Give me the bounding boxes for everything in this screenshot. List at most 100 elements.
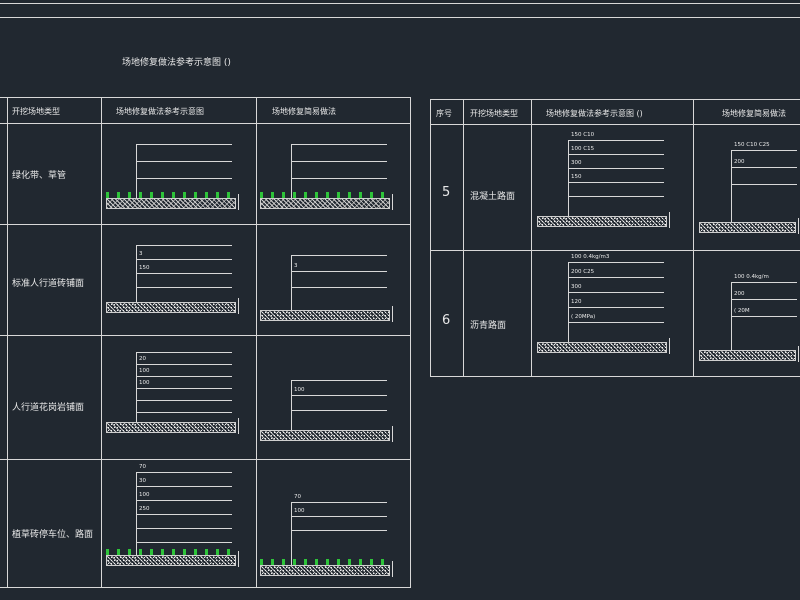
lt-r2-diagram-leader-3 <box>136 287 232 288</box>
lt-r4-diagram-grass <box>106 549 234 555</box>
lt-r3-diagram-layer-label: 100 <box>139 380 150 386</box>
lt-r2-simple-layer-label: 3 <box>294 263 298 269</box>
lt-r3-simple-ground-section <box>260 430 390 441</box>
rt-r1-diagram-ground-section <box>537 216 667 227</box>
lt-r1-simple-leader-stem <box>291 144 292 198</box>
lt-row-label-3: 人行道花岗岩铺面 <box>12 403 85 413</box>
rt-r1-simple-layer-label: 200 <box>734 159 745 165</box>
rt-r2-diagram-end-mark <box>669 338 670 354</box>
lt-r4-diagram-leader-5 <box>136 542 232 543</box>
lt-r3-diagram-end-mark <box>238 418 239 434</box>
rt-row-number-2: 6 <box>442 313 451 328</box>
lt-r4-diagram-layer-label: 70 <box>139 464 146 470</box>
lt-r2-simple-leader-0 <box>291 255 387 256</box>
lt-r1-simple-leader-2 <box>291 178 387 179</box>
rt-r1-simple-leader-2 <box>731 184 797 185</box>
lt-r3-simple-leader-stem <box>291 380 292 430</box>
lt-r2-diagram-ground-section <box>106 302 236 313</box>
rt-line-top <box>430 99 800 100</box>
rt-r1-simple-leader-0 <box>731 150 797 151</box>
frame-top-line-2 <box>0 17 800 18</box>
lt-r3-diagram-ground-section <box>106 422 236 433</box>
lt-r2-simple-leader-2 <box>291 287 387 288</box>
rt-r1-diagram-leader-4 <box>568 196 664 197</box>
lt-header-type: 开挖场地类型 <box>12 107 60 116</box>
lt-r2-diagram-layer-label: 150 <box>139 265 150 271</box>
lt-r3-simple-leader-0 <box>291 380 387 381</box>
lt-r1-diagram-leader-stem <box>136 144 137 198</box>
lt-r4-diagram-layer-label: 250 <box>139 506 150 512</box>
rt-r1-simple-ground-section <box>699 222 796 233</box>
lt-r4-diagram-leader-1 <box>136 486 232 487</box>
lt-r3-diagram-leader-1 <box>136 364 232 365</box>
rt-col2 <box>531 99 532 376</box>
lt-r1-simple-ground-section <box>260 198 390 209</box>
lt-line-head <box>0 123 411 124</box>
lt-r3-diagram-layer-label: 100 <box>139 368 150 374</box>
lt-r4-simple-layer-label: 70 <box>294 494 301 500</box>
lt-line-r1 <box>0 224 411 225</box>
lt-r2-simple-leader-stem <box>291 255 292 310</box>
lt-r2-simple-end-mark <box>392 306 393 322</box>
lt-line-bottom <box>0 587 411 588</box>
lt-r1-simple-grass <box>260 192 388 198</box>
rt-line-head <box>430 124 800 125</box>
lt-col4 <box>410 97 411 587</box>
rt-r2-diagram-layer-label: 200 C25 <box>571 269 595 275</box>
lt-r4-diagram-leader-0 <box>136 472 232 473</box>
rt-r2-simple-leader-0 <box>731 282 797 283</box>
lt-r1-diagram-ground-section <box>106 198 236 209</box>
lt-r4-simple-end-mark <box>392 561 393 577</box>
rt-header-diagram: 场地修复做法参考示意图 () <box>546 109 643 118</box>
lt-row-label-4: 植草砖停车位、路面 <box>12 530 94 540</box>
lt-r3-diagram-layer-label: 20 <box>139 356 146 362</box>
lt-r4-simple-leader-2 <box>291 530 387 531</box>
rt-r1-diagram-leader-0 <box>568 140 664 141</box>
lt-r3-diagram-leader-2 <box>136 376 232 377</box>
rt-row-label-2: 沥青路面 <box>470 321 507 331</box>
lt-r2-diagram-leader-1 <box>136 259 232 260</box>
rt-r1-diagram-layer-label: 150 C10 <box>571 132 595 138</box>
lt-r1-diagram-leader-0 <box>136 144 232 145</box>
rt-r2-simple-layer-label: ( 20M <box>734 308 750 314</box>
lt-r3-diagram-leader-0 <box>136 352 232 353</box>
lt-r4-simple-ground-section <box>260 565 390 576</box>
rt-row-number-1: 5 <box>442 185 451 200</box>
lt-r4-simple-leader-1 <box>291 516 387 517</box>
rt-r2-simple-layer-label: 200 <box>734 291 745 297</box>
lt-r3-simple-end-mark <box>392 426 393 442</box>
page-title: 场地修复做法参考示意图 () <box>122 58 231 68</box>
rt-r2-diagram-leader-0 <box>568 262 664 263</box>
lt-r1-simple-end-mark <box>392 194 393 210</box>
lt-r4-diagram-end-mark <box>238 551 239 567</box>
lt-r1-diagram-leader-1 <box>136 161 232 162</box>
lt-r3-simple-leader-2 <box>291 410 387 411</box>
rt-r1-simple-end-mark <box>798 218 799 234</box>
rt-r1-simple-leader-1 <box>731 167 797 168</box>
rt-r1-diagram-leader-1 <box>568 154 664 155</box>
rt-r2-diagram-leader-stem <box>568 262 569 342</box>
rt-row-label-1: 混凝土路面 <box>470 192 516 202</box>
lt-line-r2 <box>0 335 411 336</box>
rt-r1-simple-layer-label: 150 C10 C25 <box>734 142 770 148</box>
rt-r1-diagram-layer-label: 100 C15 <box>571 146 595 152</box>
rt-r1-diagram-layer-label: 300 <box>571 160 582 166</box>
lt-r3-simple-leader-1 <box>291 395 387 396</box>
lt-line-top <box>0 97 411 98</box>
rt-r2-simple-leader-1 <box>731 299 797 300</box>
lt-r4-diagram-layer-label: 100 <box>139 492 150 498</box>
rt-r2-diagram-leader-2 <box>568 292 664 293</box>
lt-r1-diagram-leader-2 <box>136 178 232 179</box>
rt-r2-diagram-layer-label: 300 <box>571 284 582 290</box>
rt-r2-diagram-leader-4 <box>568 322 664 323</box>
rt-r2-diagram-leader-3 <box>568 307 664 308</box>
lt-row-label-2: 标准人行道砖铺面 <box>12 279 85 289</box>
frame-top-line <box>0 3 800 4</box>
lt-col1 <box>7 97 8 587</box>
lt-r4-diagram-leader-3 <box>136 514 232 515</box>
lt-r1-simple-leader-0 <box>291 144 387 145</box>
lt-r2-diagram-leader-0 <box>136 245 232 246</box>
lt-r1-diagram-grass <box>106 192 234 198</box>
rt-r2-simple-ground-section <box>699 350 796 361</box>
rt-header-type: 开挖场地类型 <box>470 109 518 118</box>
